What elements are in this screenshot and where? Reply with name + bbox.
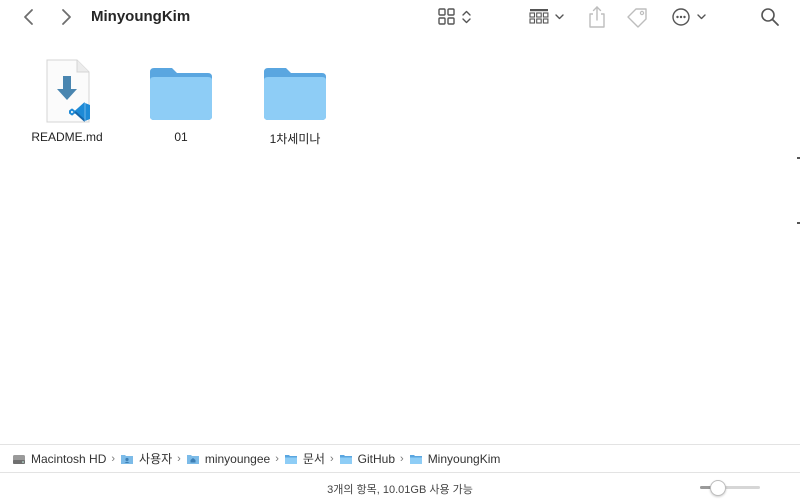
path-separator: ›	[111, 452, 116, 465]
folder-icon	[145, 58, 217, 126]
path-item-label: Macintosh HD	[31, 451, 107, 466]
path-bar: Macintosh HD › 사용자 › minyoungee › 문서 › G…	[0, 444, 800, 472]
path-separator: ›	[329, 452, 334, 465]
forward-button[interactable]	[55, 6, 77, 28]
path-separator: ›	[400, 452, 404, 465]
folder-icon	[284, 454, 297, 464]
path-item-macintosh-hd[interactable]: Macintosh HD	[12, 452, 106, 466]
file-name: 01	[174, 130, 188, 144]
path-item-documents[interactable]: 문서	[284, 450, 325, 467]
tag-icon	[627, 8, 647, 28]
path-item-label: 사용자	[139, 452, 173, 466]
users-folder-icon	[121, 454, 134, 464]
group-by-button[interactable]	[528, 6, 568, 28]
file-item-folder-seminar[interactable]: 1차세미나	[245, 58, 345, 147]
view-mode-button[interactable]	[436, 6, 476, 28]
path-separator: ›	[275, 452, 279, 465]
folder-icon	[259, 58, 331, 126]
search-icon	[761, 8, 779, 26]
path-item-github[interactable]: GitHub	[339, 452, 395, 466]
path-item-label: MinyoungKim	[427, 451, 501, 466]
hard-drive-icon	[13, 454, 25, 464]
file-grid: README.md 01 1차세미나	[0, 34, 800, 442]
path-separator: ›	[177, 452, 181, 465]
home-folder-icon	[186, 454, 199, 464]
window-title: MinyoungKim	[91, 8, 191, 25]
file-name: 1차세미나	[269, 132, 321, 146]
folder-icon	[339, 454, 352, 464]
icon-size-slider[interactable]	[700, 480, 760, 496]
share-button[interactable]	[586, 4, 608, 30]
markdown-document-icon	[31, 58, 103, 126]
toolbar: MinyoungKim	[0, 0, 800, 34]
path-item-label: GitHub	[357, 451, 396, 466]
chevron-left-icon	[24, 9, 33, 25]
share-icon	[589, 6, 605, 28]
path-item-users[interactable]: 사용자	[120, 450, 172, 467]
more-actions-button[interactable]	[670, 6, 710, 28]
folder-icon	[409, 454, 422, 464]
path-item-minyoungkim[interactable]: MinyoungKim	[409, 451, 501, 466]
file-item-folder-01[interactable]: 01	[131, 58, 231, 144]
icon-grid-view-icon	[438, 8, 471, 25]
chevron-right-icon	[62, 9, 71, 25]
tag-button[interactable]	[625, 5, 651, 29]
status-text: 3개의 항목, 10.01GB 사용 가능	[327, 484, 473, 496]
slider-thumb[interactable]	[710, 480, 726, 496]
group-by-icon	[529, 9, 564, 24]
more-actions-icon	[672, 8, 706, 26]
back-button[interactable]	[18, 6, 40, 28]
path-item-home[interactable]: minyoungee	[186, 452, 270, 466]
search-button[interactable]	[759, 6, 781, 28]
path-item-label: minyoungee	[204, 451, 271, 466]
file-name: README.md	[31, 130, 103, 144]
path-item-label: 문서	[302, 452, 325, 466]
status-bar: 3개의 항목, 10.01GB 사용 가능	[0, 472, 800, 500]
file-item-readme[interactable]: README.md	[17, 58, 117, 144]
